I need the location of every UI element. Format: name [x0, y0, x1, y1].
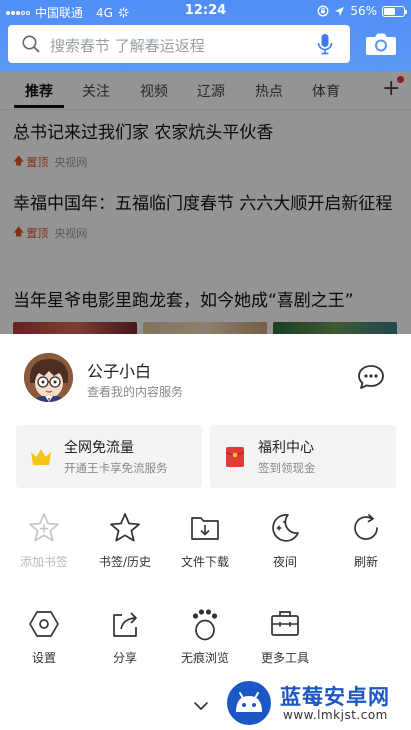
incognito-icon — [192, 609, 218, 641]
incognito-browse-button[interactable]: 无痕浏览 — [165, 607, 245, 666]
folder-download-icon — [191, 517, 219, 540]
watermark-url: www.lmkjst.com — [283, 708, 388, 722]
profile-subtitle[interactable]: 查看我的内容服务 — [87, 383, 183, 400]
status-bar: 中国联通 4G 12:24 56% — [0, 0, 411, 22]
bookmarks-history-button[interactable]: 书签/历史 — [85, 511, 165, 570]
android-logo-icon — [227, 681, 271, 725]
settings-button[interactable]: 设置 — [4, 607, 84, 666]
tool-label: 书签/历史 — [98, 555, 152, 569]
microphone-icon[interactable] — [316, 33, 334, 55]
tool-label: 文件下载 — [180, 555, 229, 569]
more-tools-button[interactable]: 更多工具 — [245, 607, 325, 666]
avatar-image — [24, 353, 73, 402]
tool-label: 设置 — [31, 651, 56, 665]
tool-label: 刷新 — [353, 555, 378, 569]
profile-name[interactable]: 公子小白 — [87, 358, 151, 382]
search-icon — [22, 35, 40, 53]
tool-label: 添加书签 — [19, 555, 68, 569]
battery-icon — [382, 5, 407, 17]
tool-label: 夜间 — [272, 555, 297, 569]
tool-label: 更多工具 — [260, 651, 309, 665]
card-title: 福利中心 — [258, 440, 314, 456]
chevron-down-icon[interactable] — [193, 700, 209, 712]
modal-overlay[interactable] — [0, 72, 411, 334]
avatar[interactable] — [24, 353, 73, 402]
menu-sheet: 公子小白 查看我的内容服务 全网免流量 开通王卡享免流服务 福利中心 签到领现金… — [0, 334, 411, 730]
add-bookmark-button[interactable]: 添加书签 — [4, 511, 84, 570]
share-button[interactable]: 分享 — [85, 607, 165, 666]
tool-label: 无痕浏览 — [180, 651, 229, 665]
chat-bubble-icon[interactable] — [357, 364, 385, 390]
crown-icon — [31, 449, 51, 465]
watermark-name: 蓝莓安卓网 — [280, 685, 390, 709]
share-icon — [113, 612, 137, 637]
orientation-lock-icon — [317, 5, 329, 17]
star-icon — [110, 513, 140, 542]
card-subtitle: 签到领现金 — [258, 461, 316, 475]
battery-percent: 56% — [350, 4, 377, 18]
card-title: 全网免流量 — [64, 440, 134, 456]
card-subtitle: 开通王卡享免流服务 — [64, 461, 168, 475]
refresh-button[interactable]: 刷新 — [326, 511, 406, 570]
search-placeholder: 搜索春节 了解春运返程 — [50, 37, 205, 55]
tool-label: 分享 — [112, 651, 137, 665]
night-mode-button[interactable]: 夜间 — [245, 511, 325, 570]
welfare-center-card[interactable]: 福利中心 签到领现金 — [210, 425, 396, 488]
moon-icon — [272, 514, 299, 542]
camera-icon[interactable] — [365, 32, 397, 56]
file-download-button[interactable]: 文件下载 — [165, 511, 245, 570]
red-envelope-icon — [225, 447, 245, 467]
location-icon — [335, 6, 345, 16]
watermark: 蓝莓安卓网 www.lmkjst.com — [225, 676, 411, 730]
toolbox-icon — [271, 611, 299, 636]
settings-icon — [29, 611, 59, 637]
free-data-card[interactable]: 全网免流量 开通王卡享免流服务 — [16, 425, 202, 488]
add-bookmark-icon — [29, 513, 59, 542]
search-bar[interactable]: 搜索春节 了解春运返程 — [8, 25, 350, 63]
refresh-icon — [354, 514, 378, 540]
top-bar: 中国联通 4G 12:24 56% 搜索春节 了解春运返程 — [0, 0, 411, 72]
